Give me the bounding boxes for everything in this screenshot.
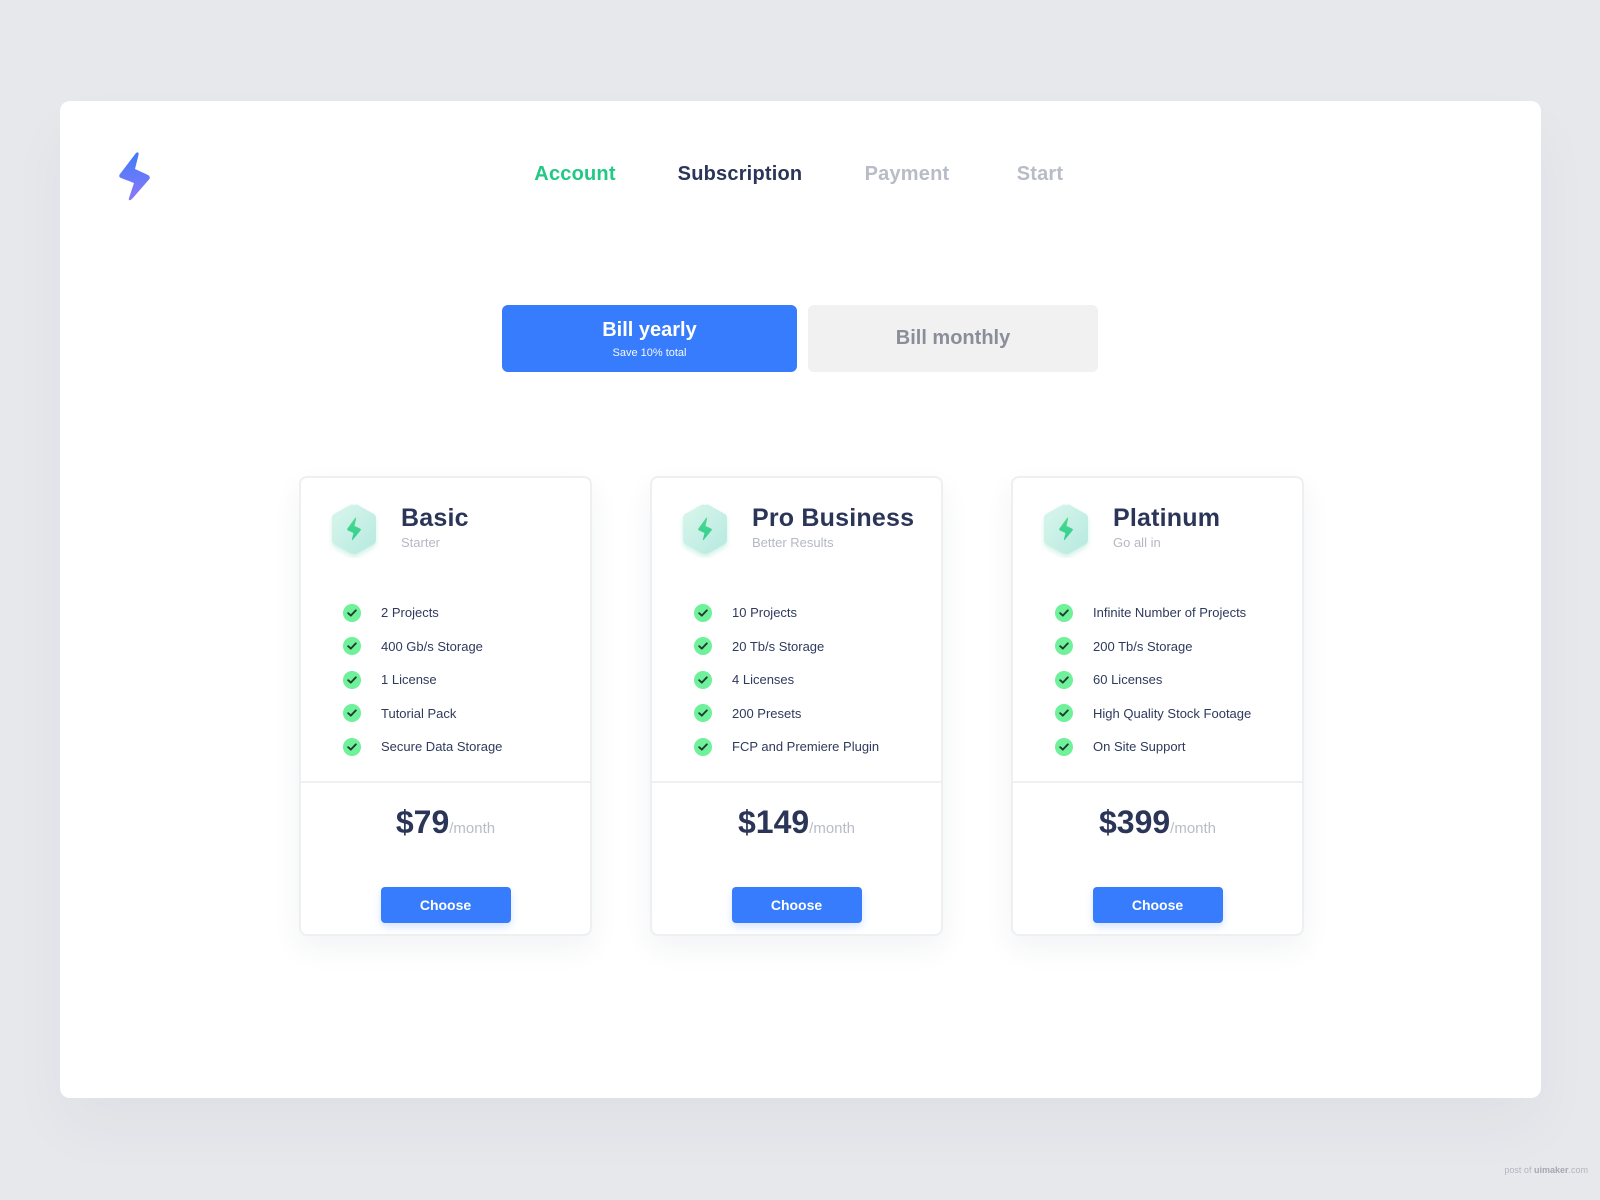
check-icon	[694, 603, 712, 622]
feature-label: 400 Gb/s Storage	[381, 638, 483, 654]
feature-label: 200 Tb/s Storage	[1093, 638, 1193, 654]
feature-item: 2 Projects	[343, 596, 502, 630]
choose-plan-button[interactable]: Choose	[1092, 887, 1223, 923]
check-icon	[694, 670, 712, 689]
subscription-panel: Account Subscription Payment Start Bill …	[60, 101, 1541, 1098]
price-amount: $79	[395, 804, 450, 840]
plan-name: Pro Business	[752, 504, 915, 532]
card-divider	[301, 781, 590, 783]
plan-name: Basic	[401, 504, 469, 532]
price-period: /month	[809, 820, 856, 837]
step-start[interactable]: Start	[1017, 163, 1064, 186]
feature-item: 20 Tb/s Storage	[694, 630, 879, 664]
plan-card-pro-business: Pro Business Better Results 10 Projects 20 …	[650, 476, 943, 936]
feature-label: Infinite Number of Projects	[1093, 605, 1247, 621]
plan-price: $399/month	[1013, 804, 1302, 841]
price-amount: $399	[1098, 804, 1171, 840]
watermark-prefix: post of	[1504, 1165, 1534, 1175]
check-icon	[343, 637, 361, 656]
watermark: post of uimaker.com	[1504, 1165, 1588, 1175]
feature-label: On Site Support	[1093, 739, 1186, 755]
feature-label: 2 Projects	[381, 605, 439, 621]
check-icon	[343, 670, 361, 689]
check-icon	[694, 704, 712, 723]
check-icon	[343, 737, 361, 756]
plan-title-block: Pro Business Better Results	[752, 504, 914, 550]
check-icon	[1055, 603, 1073, 622]
feature-list: 10 Projects 20 Tb/s Storage 4 Licenses 200 …	[694, 596, 879, 764]
check-icon	[1055, 737, 1073, 756]
check-icon	[1055, 637, 1073, 656]
feature-item: 1 License	[343, 663, 502, 697]
check-icon	[343, 603, 361, 622]
feature-item: Secure Data Storage	[343, 730, 502, 764]
card-divider	[1013, 781, 1302, 783]
plan-tagline: Better Results	[752, 535, 834, 550]
step-account[interactable]: Account	[534, 163, 615, 186]
plan-tagline: Starter	[401, 535, 441, 550]
feature-label: 10 Projects	[732, 605, 798, 621]
plan-card-platinum: Platinum Go all in Infinite Number of Proj…	[1011, 476, 1304, 936]
bill-yearly-label: Bill yearly	[602, 318, 697, 341]
feature-label: 20 Tb/s Storage	[732, 638, 825, 654]
lightning-hexagon-icon	[1039, 502, 1093, 558]
feature-item: On Site Support	[1055, 730, 1251, 764]
check-icon	[343, 704, 361, 723]
feature-item: Infinite Number of Projects	[1055, 596, 1251, 630]
lightning-hexagon-icon	[327, 502, 381, 558]
plan-header: Platinum Go all in	[1039, 502, 1220, 558]
plan-name: Platinum	[1113, 504, 1221, 532]
watermark-suffix: .com	[1568, 1165, 1588, 1175]
choose-plan-button[interactable]: Choose	[731, 887, 862, 923]
check-icon	[1055, 704, 1073, 723]
feature-item: 10 Projects	[694, 596, 879, 630]
feature-label: 1 License	[381, 672, 437, 688]
step-payment[interactable]: Payment	[865, 163, 950, 186]
check-icon	[694, 637, 712, 656]
feature-label: 60 Licenses	[1093, 672, 1163, 688]
feature-label: Tutorial Pack	[381, 705, 457, 721]
feature-label: FCP and Premiere Plugin	[732, 739, 880, 755]
choose-plan-button[interactable]: Choose	[380, 887, 511, 923]
plan-card-basic: Basic Starter 2 Projects 400 Gb/s Storage 1 …	[299, 476, 592, 936]
feature-item: 200 Tb/s Storage	[1055, 630, 1251, 664]
feature-label: High Quality Stock Footage	[1093, 705, 1252, 721]
price-period: /month	[449, 820, 496, 837]
plan-price: $79/month	[301, 804, 590, 841]
plan-tagline: Go all in	[1113, 535, 1161, 550]
feature-label: Secure Data Storage	[381, 739, 503, 755]
feature-item: 200 Presets	[694, 697, 879, 731]
price-amount: $149	[737, 804, 810, 840]
feature-item: 60 Licenses	[1055, 663, 1251, 697]
feature-item: High Quality Stock Footage	[1055, 697, 1251, 731]
feature-item: 400 Gb/s Storage	[343, 630, 502, 664]
lightning-hexagon-icon	[678, 502, 732, 558]
feature-label: 4 Licenses	[732, 672, 795, 688]
plan-title-block: Basic Starter	[401, 504, 469, 550]
bill-yearly-savings: Save 10% total	[612, 346, 687, 359]
feature-list: 2 Projects 400 Gb/s Storage 1 License Tutor…	[343, 596, 502, 764]
feature-item: Tutorial Pack	[343, 697, 502, 731]
card-divider	[652, 781, 941, 783]
bill-monthly-button[interactable]: Bill monthly	[808, 305, 1098, 372]
plan-header: Pro Business Better Results	[678, 502, 914, 558]
stepper-nav: Account Subscription Payment Start	[60, 163, 1541, 193]
feature-list: Infinite Number of Projects 200 Tb/s Stor…	[1055, 596, 1251, 764]
step-subscription[interactable]: Subscription	[678, 163, 803, 186]
feature-label: 200 Presets	[732, 705, 802, 721]
watermark-brand: uimaker	[1533, 1165, 1569, 1175]
billing-toggle: Bill yearly Save 10% total Bill monthly	[60, 305, 1541, 373]
plan-price: $149/month	[652, 804, 941, 841]
price-period: /month	[1170, 820, 1217, 837]
bill-monthly-label: Bill monthly	[895, 327, 1011, 349]
feature-item: 4 Licenses	[694, 663, 879, 697]
bill-yearly-button[interactable]: Bill yearly Save 10% total	[502, 305, 797, 372]
feature-item: FCP and Premiere Plugin	[694, 730, 879, 764]
check-icon	[694, 737, 712, 756]
check-icon	[1055, 670, 1073, 689]
plan-header: Basic Starter	[327, 502, 469, 558]
plan-title-block: Platinum Go all in	[1113, 504, 1220, 550]
